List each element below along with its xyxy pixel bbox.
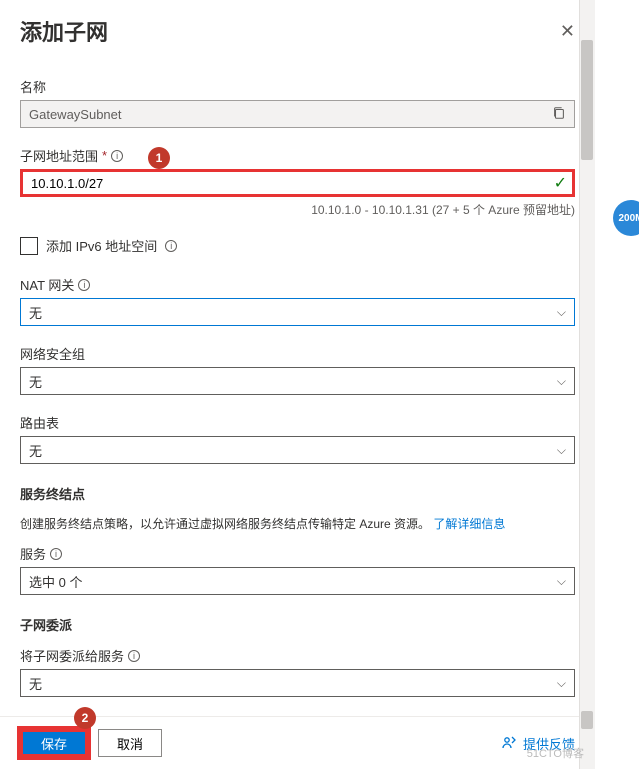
feedback-icon [501,735,517,751]
scrollbar-track[interactable] [579,0,595,769]
watermark: 51CTO博客 [527,745,584,761]
chevron-down-icon: ⌵ [557,374,566,389]
chevron-down-icon: ⌵ [557,676,566,691]
info-icon[interactable]: i [165,240,177,252]
info-icon[interactable]: i [50,548,62,560]
nat-gateway-label: NAT 网关 [20,275,74,294]
address-range-label: 子网地址范围 [20,146,98,165]
name-input: GatewaySubnet [20,100,575,128]
cancel-button[interactable]: 取消 [98,729,162,757]
required-marker: * [102,148,107,163]
info-icon[interactable]: i [78,279,90,291]
services-select[interactable]: 选中 0 个 ⌵ [20,567,575,595]
route-table-label: 路由表 [20,413,575,432]
scrollbar-thumb[interactable] [581,40,593,160]
name-value: GatewaySubnet [29,107,122,122]
nat-gateway-value: 无 [29,303,42,322]
name-label: 名称 [20,77,575,96]
nsg-select[interactable]: 无 ⌵ [20,367,575,395]
valid-check-icon: ✓ [554,173,567,193]
scrollbar-thumb[interactable] [581,711,593,729]
chevron-down-icon: ⌵ [557,305,566,320]
learn-more-link[interactable]: 了解详细信息 [433,517,505,531]
info-icon[interactable]: i [111,150,123,162]
route-table-select[interactable]: 无 ⌵ [20,436,575,464]
copy-icon[interactable] [552,106,566,123]
save-button[interactable]: 保存 [20,729,88,757]
service-endpoints-header: 服务终结点 [20,484,575,503]
panel-title: 添加子网 [20,15,108,47]
services-value: 选中 0 个 [29,572,82,591]
address-range-input[interactable] [20,169,575,197]
address-range-helper: 10.10.1.0 - 10.10.1.31 (27 + 5 个 Azure 预… [20,201,575,218]
info-icon[interactable]: i [128,650,140,662]
nat-gateway-select[interactable]: 无 ⌵ [20,298,575,326]
delegation-label: 将子网委派给服务 [20,646,124,665]
service-endpoints-helptext: 创建服务终结点策略，以允许通过虚拟网络服务终结点传输特定 Azure 资源。 [20,517,430,531]
ipv6-label: 添加 IPv6 地址空间 [46,236,157,255]
annotation-badge-2: 2 [74,707,96,729]
route-table-value: 无 [29,441,42,460]
annotation-badge-1: 1 [148,147,170,169]
services-label: 服务 [20,544,46,563]
delegation-value: 无 [29,674,42,693]
nsg-label: 网络安全组 [20,344,575,363]
delegation-select[interactable]: 无 ⌵ [20,669,575,697]
chevron-down-icon: ⌵ [557,443,566,458]
ipv6-checkbox[interactable] [20,237,38,255]
badge-200m: 200M [613,200,639,236]
delegation-header: 子网委派 [20,615,575,634]
close-icon[interactable]: ✕ [560,21,575,42]
chevron-down-icon: ⌵ [557,574,566,589]
nsg-value: 无 [29,372,42,391]
